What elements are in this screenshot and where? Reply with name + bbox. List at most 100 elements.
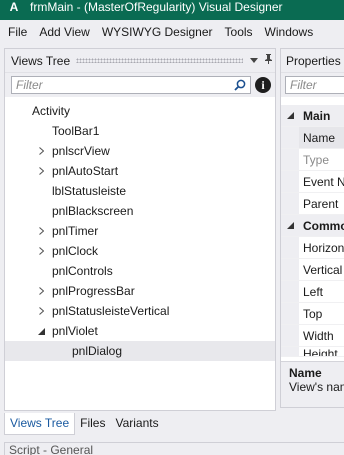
menu-wysiwyg-designer[interactable]: WYSIWYG Designer [96, 20, 219, 44]
tree-node-label: pnlscrView [52, 144, 110, 158]
tab-files[interactable]: Files [75, 413, 110, 435]
tree-node-label: pnlClock [52, 244, 99, 258]
panel-grip[interactable] [76, 58, 243, 63]
prop-gutter [281, 193, 299, 214]
info-icon[interactable]: i [255, 77, 271, 93]
property-description-title: Name [289, 366, 322, 380]
tree-node-lblstatusleiste[interactable]: lblStatusleiste [5, 181, 275, 201]
prop-name-label: Vertical [303, 262, 343, 277]
left-panel-tabs: Views Tree Files Variants [4, 413, 164, 435]
menu-bar: File Add View WYSIWYG Designer Tools Win… [0, 20, 344, 44]
prop-gutter [281, 303, 299, 324]
views-tree-filter-input[interactable] [12, 78, 232, 92]
prop-row-vertical-anchor[interactable]: Vertical [281, 259, 344, 281]
views-tree-header: Views Tree [5, 49, 275, 73]
tree-node-pnlstatusleistevertical[interactable]: pnlStatusleisteVertical [5, 301, 275, 321]
script-panel-title: Script - General [9, 443, 94, 455]
collapse-triangle-icon[interactable] [281, 105, 299, 126]
tree-node-pnlclock[interactable]: pnlClock [5, 241, 275, 261]
tree-node-pnltimer[interactable]: pnlTimer [5, 221, 275, 241]
prop-name-label: Left [303, 284, 324, 299]
prop-name-label: Event N [303, 174, 344, 189]
prop-row-width[interactable]: Width [281, 325, 344, 347]
prop-name-label: Type [303, 152, 330, 167]
dropdown-arrow-icon[interactable] [247, 55, 261, 66]
tree-node-label: lblStatusleiste [52, 184, 127, 198]
app-icon: A [9, 0, 19, 14]
views-tree-filter-box [11, 76, 251, 94]
tree-node-pnldialog[interactable]: pnlDialog [5, 341, 275, 361]
pin-icon[interactable] [261, 54, 275, 67]
prop-row-height[interactable]: Height [281, 347, 344, 357]
search-icon[interactable] [232, 77, 248, 93]
prop-gutter [281, 259, 299, 280]
script-panel-header: Script - General [4, 442, 344, 455]
menu-add-view[interactable]: Add View [33, 20, 95, 44]
prop-row-event-name[interactable]: Event N [281, 171, 344, 193]
chevron-right-icon[interactable] [35, 227, 47, 235]
tree-node-pnlprogressbar[interactable]: pnlProgressBar [5, 281, 275, 301]
prop-category-main[interactable]: Main [281, 105, 344, 127]
prop-row-left[interactable]: Left [281, 281, 344, 303]
views-tree-title: Views Tree [11, 53, 71, 68]
prop-row-parent[interactable]: Parent [281, 193, 344, 215]
prop-row-horizontal-anchor[interactable]: Horizon [281, 237, 344, 259]
tab-variants[interactable]: Variants [110, 413, 163, 435]
chevron-right-icon[interactable] [35, 147, 47, 155]
tree-node-label: pnlTimer [52, 224, 99, 238]
tab-views-tree[interactable]: Views Tree [4, 413, 76, 435]
chevron-right-icon[interactable] [35, 307, 47, 315]
properties-title: Properties [286, 53, 341, 68]
tree-node-pnlcontrols[interactable]: pnlControls [5, 261, 275, 281]
properties-panel: Properties Main Name Type Event N Parent [280, 48, 344, 408]
prop-category-common[interactable]: Commo [281, 215, 344, 237]
menu-windows[interactable]: Windows [259, 20, 320, 44]
chevron-right-icon[interactable] [35, 287, 47, 295]
tree-node-label: pnlViolet [52, 324, 98, 338]
expanded-triangle-icon[interactable] [35, 327, 47, 335]
tree-node-label: ToolBar1 [52, 124, 100, 138]
tree-node-toolbar1[interactable]: ToolBar1 [5, 121, 275, 141]
prop-name-label: Width [303, 328, 334, 343]
tree-node-pnlblackscreen[interactable]: pnlBlackscreen [5, 201, 275, 221]
prop-gutter [281, 325, 299, 346]
tree-node-pnlscrview[interactable]: pnlscrView [5, 141, 275, 161]
tree-node-label: pnlBlackscreen [52, 204, 134, 218]
tree-node-pnlviolet[interactable]: pnlViolet [5, 321, 275, 341]
tree-node-label: pnlAutoStart [52, 164, 119, 178]
menu-tools[interactable]: Tools [219, 20, 259, 44]
prop-category-label: Main [303, 108, 331, 123]
properties-filter-input[interactable] [286, 78, 344, 92]
tree-node-pnlautostart[interactable]: pnlAutoStart [5, 161, 275, 181]
prop-gutter [281, 281, 299, 302]
views-tree: Activity ToolBar1 pnlscrView pnlAutoStar… [5, 101, 275, 361]
chevron-right-icon[interactable] [35, 247, 47, 255]
prop-gutter [281, 149, 299, 170]
tree-node-activity[interactable]: Activity [5, 101, 275, 121]
tree-node-label: pnlProgressBar [52, 284, 135, 298]
property-grid: Main Name Type Event N Parent Commo Hori… [281, 105, 344, 357]
views-tree-filter-row: i [5, 73, 275, 97]
prop-gutter [281, 127, 299, 148]
prop-gutter [281, 347, 299, 356]
collapse-triangle-icon[interactable] [281, 215, 299, 236]
tree-node-label: pnlControls [52, 264, 113, 278]
properties-filter-row [281, 73, 344, 97]
prop-name-label: Horizon [303, 240, 344, 255]
prop-category-label: Commo [303, 218, 344, 233]
tree-node-label: Activity [32, 104, 71, 118]
prop-row-type[interactable]: Type [281, 149, 344, 171]
prop-gutter [281, 171, 299, 192]
chevron-right-icon[interactable] [35, 167, 47, 175]
properties-header: Properties [281, 49, 344, 73]
prop-name-label: Top [303, 306, 323, 321]
property-description: Name View's nam [281, 361, 344, 407]
prop-gutter [281, 237, 299, 258]
prop-row-top[interactable]: Top [281, 303, 344, 325]
views-tree-panel: Views Tree i Activity ToolBar1 pnlscrVie… [4, 48, 276, 411]
menu-file[interactable]: File [0, 20, 33, 44]
title-bar: A frmMain - (MasterOfRegularity) Visual … [0, 0, 344, 20]
tree-node-label: pnlStatusleisteVertical [52, 304, 170, 318]
prop-row-name[interactable]: Name [281, 127, 344, 149]
prop-name-label: Height [303, 347, 338, 357]
